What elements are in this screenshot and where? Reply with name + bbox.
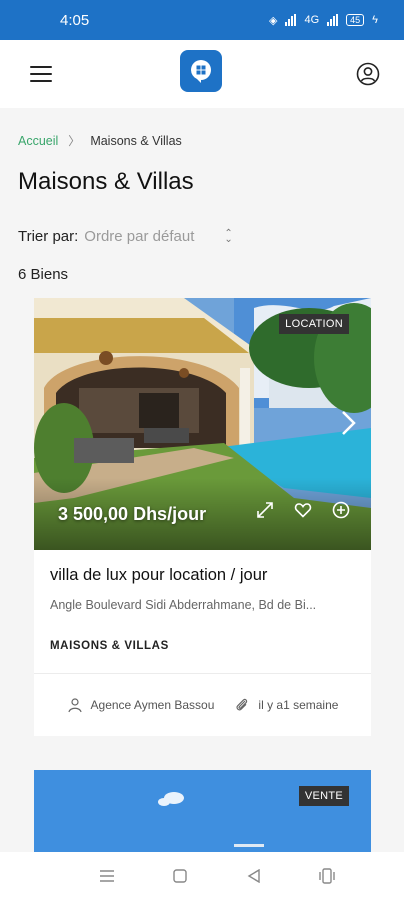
menu-icon[interactable] <box>30 66 52 82</box>
status-badge: LOCATION <box>279 314 349 334</box>
app-logo[interactable] <box>180 50 222 92</box>
home-icon[interactable] <box>170 866 190 886</box>
agent-name: Agence Aymen Bassou <box>90 698 215 712</box>
results-count: 6 Biens <box>18 266 69 283</box>
listing-type[interactable]: MAISONS & VILLAS <box>50 640 169 652</box>
main-content: Accueil 〉 Maisons & Villas Maisons & Vil… <box>0 108 404 852</box>
add-circle-icon[interactable] <box>331 500 351 520</box>
listing-price: 3 500,00 Dhs/jour <box>58 504 207 524</box>
heart-icon[interactable] <box>293 500 313 520</box>
sort-label: Trier par: <box>18 228 79 245</box>
signal-icon <box>285 14 297 26</box>
listing-date: il y a1 semaine <box>234 697 338 713</box>
network-type-label: 4G <box>304 14 320 26</box>
listing-address: Angle Boulevard Sidi Abderrahmane, Bd de… <box>50 598 317 612</box>
person-icon <box>67 698 82 713</box>
chevron-right-icon[interactable] <box>337 408 359 438</box>
hotspot-icon: ◈ <box>269 14 278 27</box>
status-bar: 4:05 ◈ 4G 45 ϟ <box>0 0 404 40</box>
page-title: Maisons & Villas <box>18 168 194 195</box>
listing-image[interactable]: LOCATION 3 500,00 Dhs/jour <box>34 298 371 550</box>
listing-title[interactable]: villa de lux pour location / jour <box>50 566 267 585</box>
expand-icon[interactable] <box>255 500 275 520</box>
listing-agent[interactable]: Agence Aymen Bassou <box>67 697 215 713</box>
signal-icon-2 <box>327 14 339 26</box>
battery-icon: 45 <box>346 14 365 26</box>
status-badge: VENTE <box>298 786 349 806</box>
listing-card[interactable]: VENTE <box>34 770 371 852</box>
app-header <box>0 40 404 108</box>
breadcrumb-home-link[interactable]: Accueil <box>18 134 58 148</box>
sort-updown-icon: ⌃ ⌄ <box>224 227 233 245</box>
system-nav-bar <box>0 852 404 900</box>
chevron-right-icon: 〉 <box>68 134 81 148</box>
charging-icon: ϟ <box>372 14 378 26</box>
posted-time: il y a1 semaine <box>258 698 339 712</box>
sort-control[interactable]: Trier par: Ordre par défaut ⌃ ⌄ <box>18 228 233 245</box>
listing-actions <box>255 500 351 520</box>
user-icon[interactable] <box>356 62 380 86</box>
status-icons: ◈ 4G 45 ϟ <box>269 14 378 27</box>
listing-card[interactable]: LOCATION 3 500,00 Dhs/jour villa de lux … <box>34 298 371 736</box>
location-pin-logo-icon <box>191 60 211 83</box>
accessibility-icon[interactable] <box>317 866 337 886</box>
status-time: 4:05 <box>60 11 90 29</box>
listing-image <box>34 770 371 852</box>
paperclip-icon <box>236 698 248 711</box>
sort-select[interactable]: Ordre par défaut <box>84 228 194 245</box>
breadcrumb: Accueil 〉 Maisons & Villas <box>18 132 182 149</box>
listing-footer: Agence Aymen Bassou il y a1 semaine <box>34 674 371 736</box>
breadcrumb-current: Maisons & Villas <box>90 133 182 148</box>
back-icon[interactable] <box>244 866 264 886</box>
recent-apps-icon[interactable] <box>97 866 117 886</box>
